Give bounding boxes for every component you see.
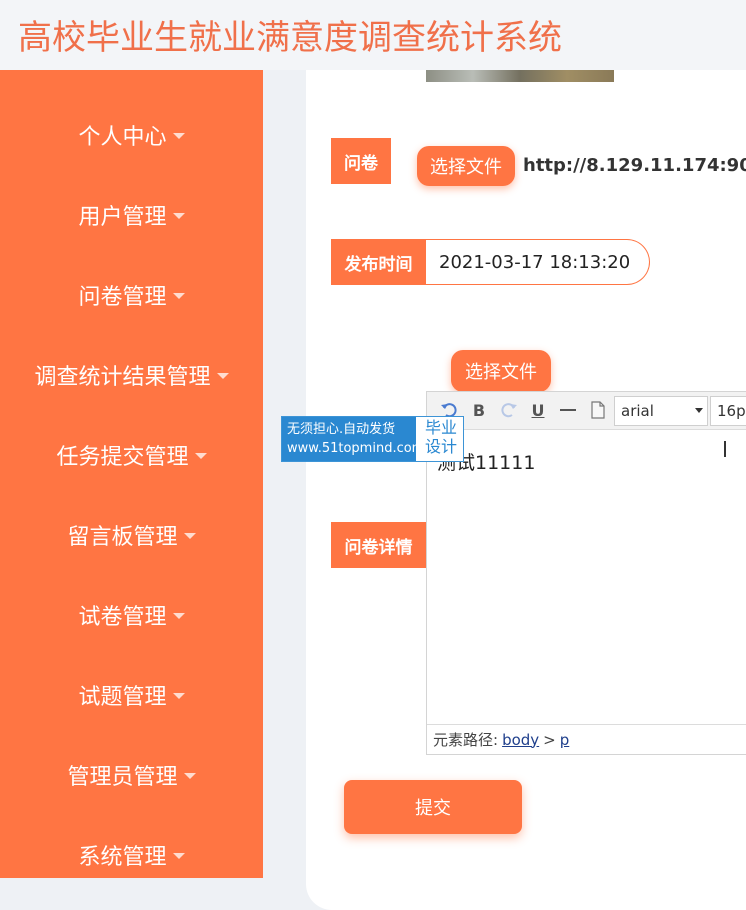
- rich-text-editor[interactable]: B U arial 16px 测试11111 元素路径: body > p: [426, 391, 746, 755]
- underline-icon[interactable]: U: [528, 400, 548, 420]
- watermark-right-1: 毕业: [424, 418, 457, 437]
- text-cursor-icon: [724, 441, 726, 457]
- app-title: 高校毕业生就业满意度调查统计系统: [18, 18, 562, 58]
- element-path-label: 元素路径:: [433, 731, 499, 749]
- sidebar-item-label: 个人中心: [78, 125, 167, 150]
- sidebar-item-label: 调查统计结果管理: [34, 365, 211, 390]
- path-body-link[interactable]: body: [502, 731, 539, 749]
- sidebar-item-label: 用户管理: [78, 205, 167, 230]
- watermark-left: 无须担心.自动发货 www.51topmind.com: [282, 417, 425, 461]
- sidebar-item-personal-center[interactable]: 个人中心: [0, 115, 263, 155]
- app-header: 高校毕业生就业满意度调查统计系统: [0, 0, 746, 70]
- sidebar-item-task-submission[interactable]: 任务提交管理: [0, 435, 263, 475]
- sidebar-item-label: 留言板管理: [67, 525, 178, 550]
- watermark-badge: 无须担心.自动发货 www.51topmind.com 毕业 设计: [281, 416, 464, 462]
- caret-down-icon: [194, 453, 207, 459]
- sidebar-item-system-management[interactable]: 系统管理: [0, 835, 263, 875]
- watermark-right-2: 设计: [424, 437, 457, 456]
- bold-icon[interactable]: B: [469, 400, 489, 420]
- publish-time-input[interactable]: 2021-03-17 18:13:20: [426, 239, 650, 285]
- questionnaire-label: 问卷: [331, 138, 391, 184]
- questionnaire-url[interactable]: http://8.129.11.174:9034/: [523, 155, 746, 176]
- choose-file-button[interactable]: 选择文件: [417, 146, 515, 186]
- sidebar-item-label: 试题管理: [78, 685, 167, 710]
- sidebar-item-label: 任务提交管理: [56, 445, 189, 470]
- details-label: 问卷详情: [331, 522, 426, 568]
- publish-time-label: 发布时间: [331, 239, 426, 285]
- sidebar: 个人中心 用户管理 问卷管理 调查统计结果管理 任务提交管理 留言板管理 试卷管…: [0, 70, 263, 878]
- sidebar-item-questions[interactable]: 试题管理: [0, 675, 263, 715]
- caret-down-icon: [216, 373, 229, 379]
- sidebar-item-exam-paper[interactable]: 试卷管理: [0, 595, 263, 635]
- chevron-down-icon: [695, 408, 703, 413]
- redo-icon[interactable]: [499, 400, 519, 420]
- font-size-select[interactable]: 16px: [710, 396, 746, 426]
- font-size-value: 16px: [717, 402, 746, 420]
- sidebar-item-label: 管理员管理: [67, 765, 178, 790]
- caret-down-icon: [172, 613, 185, 619]
- font-family-select[interactable]: arial: [614, 396, 708, 426]
- choose-file-button-2[interactable]: 选择文件: [451, 350, 551, 392]
- path-p-link[interactable]: p: [560, 731, 570, 749]
- caret-down-icon: [172, 693, 185, 699]
- sidebar-item-label: 问卷管理: [78, 285, 167, 310]
- sidebar-item-questionnaire-management[interactable]: 问卷管理: [0, 275, 263, 315]
- sidebar-item-admin-management[interactable]: 管理员管理: [0, 755, 263, 795]
- path-separator: >: [543, 730, 556, 749]
- caret-down-icon: [172, 133, 185, 139]
- sidebar-item-survey-results[interactable]: 调查统计结果管理: [0, 355, 263, 395]
- watermark-line-1: 无须担心.自动发货: [287, 422, 396, 437]
- sidebar-item-label: 系统管理: [78, 845, 167, 870]
- sidebar-item-label: 试卷管理: [78, 605, 167, 630]
- caret-down-icon: [172, 293, 185, 299]
- watermark-right: 毕业 设计: [420, 418, 462, 460]
- editor-statusbar: 元素路径: body > p: [427, 724, 746, 754]
- submit-button[interactable]: 提交: [344, 780, 522, 834]
- sidebar-item-message-board[interactable]: 留言板管理: [0, 515, 263, 555]
- sidebar-item-user-management[interactable]: 用户管理: [0, 195, 263, 235]
- watermark-line-2: www.51topmind.com: [287, 441, 425, 456]
- editor-toolbar: B U arial 16px: [427, 392, 746, 430]
- caret-down-icon: [183, 773, 196, 779]
- horizontal-rule-icon[interactable]: [558, 400, 578, 420]
- caret-down-icon: [183, 533, 196, 539]
- caret-down-icon: [172, 853, 185, 859]
- caret-down-icon: [172, 213, 185, 219]
- document-icon[interactable]: [588, 400, 608, 420]
- font-family-value: arial: [621, 402, 654, 420]
- cover-image: [426, 70, 614, 82]
